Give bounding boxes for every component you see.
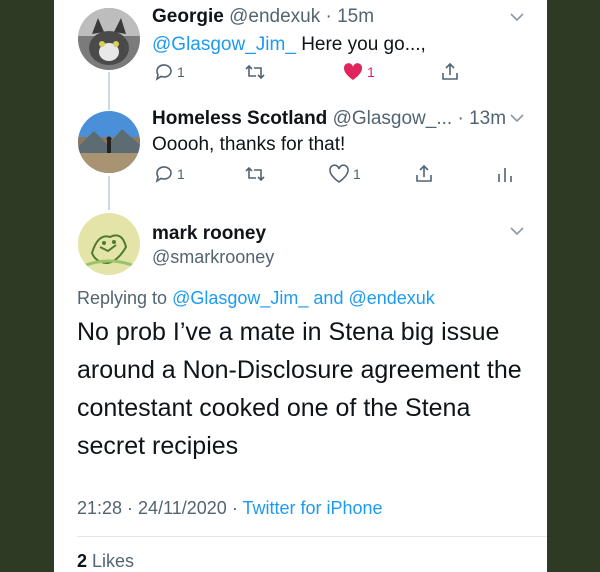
likes-summary[interactable]: 2 Likes	[77, 551, 134, 572]
avatar[interactable]	[78, 8, 140, 70]
retweet-button[interactable]	[244, 164, 266, 184]
like-count: 1	[353, 166, 361, 182]
mention-link[interactable]: @Glasgow_Jim_	[172, 288, 308, 308]
replying-and: and	[313, 288, 344, 308]
analytics-icon	[498, 168, 512, 182]
tweet-time: 21:28	[77, 498, 123, 518]
tweet-body: Here you go...,	[301, 34, 426, 55]
separator-dot: ·	[320, 6, 338, 27]
tweet-source-link[interactable]: Twitter for iPhone	[242, 498, 382, 518]
reply-button[interactable]: 1	[154, 164, 185, 184]
timestamp[interactable]: 13m	[469, 108, 506, 129]
chevron-down-icon[interactable]	[509, 113, 525, 123]
share-button[interactable]	[440, 62, 460, 82]
tweet-body: No prob I’ve a mate in Stena big issue a…	[77, 318, 522, 460]
chevron-down-icon[interactable]	[509, 226, 525, 236]
like-button[interactable]: 1	[342, 62, 375, 82]
retweet-icon	[245, 166, 265, 182]
tweet-header: Homeless Scotland @Glasgow_... · 13m	[152, 108, 506, 130]
tweet-text: Ooooh, thanks for that!	[152, 134, 345, 156]
like-button[interactable]: 1	[328, 164, 361, 184]
avatar[interactable]	[78, 111, 140, 173]
tweet-timestamp: 21:28 · 24/11/2020 · Twitter for iPhone	[77, 498, 383, 518]
phone-screen: Georgie @endexuk · 15m @Glasgow_Jim_ Her…	[54, 0, 547, 572]
replying-label: Replying to	[77, 288, 168, 308]
mountain-avatar-icon	[78, 111, 140, 173]
tweet-header: Georgie @endexuk · 15m	[152, 6, 374, 28]
replying-to: Replying to @Glasgow_Jim_ and @endexuk	[77, 288, 435, 309]
mention-link[interactable]: @Glasgow_Jim_	[152, 34, 296, 55]
heart-filled-icon	[343, 63, 363, 80]
divider	[77, 536, 547, 537]
tweet-body: Ooooh, thanks for that!	[152, 134, 346, 155]
likes-count: 2	[77, 551, 88, 571]
reply-button[interactable]: 1	[154, 62, 185, 82]
share-icon	[442, 62, 458, 80]
mention-link[interactable]: @endexuk	[348, 288, 434, 308]
display-name[interactable]: mark rooney	[152, 223, 266, 245]
user-handle[interactable]: @smarkrooney	[152, 247, 274, 268]
likes-label: Likes	[92, 551, 135, 571]
chevron-down-icon[interactable]	[509, 12, 525, 22]
tweet-text: @Glasgow_Jim_ Here you go...,	[152, 34, 426, 56]
like-count: 1	[367, 64, 375, 80]
retweet-icon	[245, 64, 265, 80]
action-bar: 1 1	[152, 62, 542, 88]
display-name[interactable]: Homeless Scotland	[152, 108, 327, 129]
reply-count: 1	[177, 166, 185, 182]
heart-outline-icon	[329, 164, 349, 183]
thread-line	[108, 176, 110, 210]
user-handle[interactable]: @Glasgow_...	[333, 108, 453, 129]
reply-count: 1	[177, 64, 185, 80]
user-handle[interactable]: @endexuk	[229, 6, 320, 27]
reply-icon	[155, 64, 172, 81]
analytics-button[interactable]	[496, 164, 514, 184]
action-bar: 1 1	[152, 164, 542, 190]
share-icon	[416, 164, 432, 182]
reply-icon	[155, 166, 172, 183]
thread-line	[108, 72, 110, 110]
cat-avatar-icon	[78, 8, 140, 70]
retweet-button[interactable]	[244, 62, 266, 82]
tweet-date: 24/11/2020	[138, 498, 227, 518]
separator-dot: ·	[452, 108, 470, 129]
avatar[interactable]	[78, 213, 140, 275]
display-name[interactable]: Georgie	[152, 6, 224, 27]
drawing-avatar-icon	[78, 213, 140, 275]
share-button[interactable]	[414, 164, 434, 184]
timestamp[interactable]: 15m	[337, 6, 374, 27]
